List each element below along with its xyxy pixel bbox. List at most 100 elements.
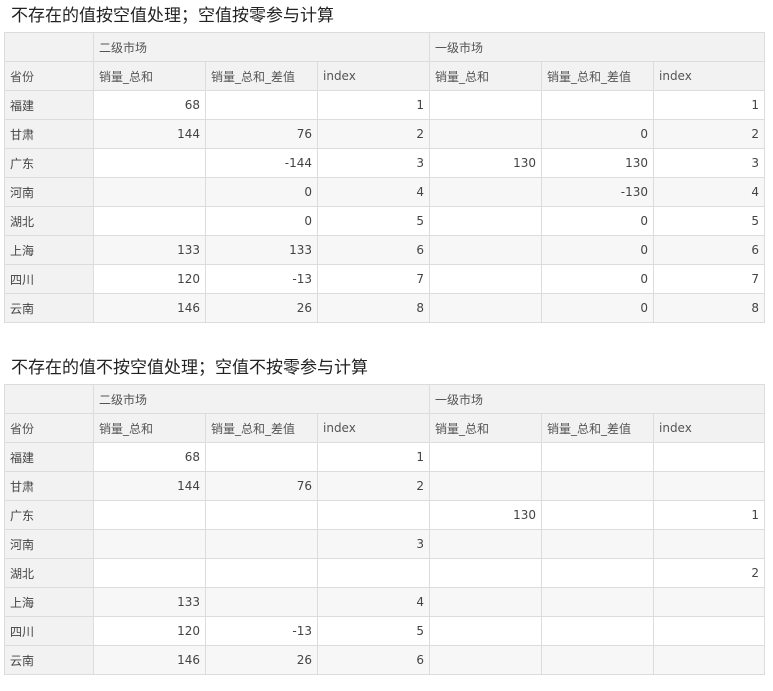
row-label: 广东: [4, 500, 94, 530]
table-cell: [205, 558, 318, 588]
table-row: 湖北 0 5 0 5: [4, 206, 765, 236]
table-cell: 146: [93, 293, 206, 323]
table-row: 湖北 2: [4, 558, 765, 588]
table-cell: 4: [317, 177, 430, 207]
table-cell: [93, 500, 206, 530]
table-cell: [429, 119, 542, 149]
column-header: index: [317, 413, 430, 443]
table-row: 广东 -144 3 130 130 3: [4, 148, 765, 178]
row-label: 福建: [4, 90, 94, 120]
table-cell: 76: [205, 471, 318, 501]
table-cell: 130: [429, 500, 542, 530]
table-cell: [205, 442, 318, 472]
table-row: 广东 130 1: [4, 500, 765, 530]
table-cell: [429, 235, 542, 265]
group-header: 一级市场: [429, 384, 765, 414]
table-cell: [541, 442, 654, 472]
table-cell: [429, 206, 542, 236]
column-header: 销量_总和: [93, 61, 206, 91]
table-cell: 0: [205, 177, 318, 207]
table-cell: 0: [541, 119, 654, 149]
table-cell: 120: [93, 616, 206, 646]
column-header: 销量_总和_差值: [541, 61, 654, 91]
row-label: 云南: [4, 293, 94, 323]
row-label: 湖北: [4, 558, 94, 588]
table-cell: 7: [653, 264, 765, 294]
group-header: 二级市场: [93, 384, 430, 414]
row-label: 上海: [4, 235, 94, 265]
table-cell: [205, 587, 318, 617]
table-cell: -13: [205, 616, 318, 646]
pivot-table: 二级市场 一级市场 省份 销量_总和 销量_总和_差值 index 销量_总和 …: [4, 384, 765, 675]
table-row: 四川 120 -13 5: [4, 616, 765, 646]
corner-cell: [4, 384, 94, 414]
table-cell: [429, 264, 542, 294]
table-cell: 133: [205, 235, 318, 265]
table-cell: 144: [93, 471, 206, 501]
group-header-row: 二级市场 一级市场: [4, 384, 765, 414]
table-row: 四川 120 -13 7 0 7: [4, 264, 765, 294]
corner-cell: [4, 32, 94, 62]
table-cell: 144: [93, 119, 206, 149]
table-cell: 5: [653, 206, 765, 236]
table-cell: 26: [205, 293, 318, 323]
table-cell: [541, 90, 654, 120]
table-cell: [653, 587, 765, 617]
row-label: 甘肃: [4, 471, 94, 501]
row-label: 广东: [4, 148, 94, 178]
table-cell: [541, 558, 654, 588]
table-row: 河南 3: [4, 529, 765, 559]
group-header-row: 二级市场 一级市场: [4, 32, 765, 62]
table-cell: 1: [653, 90, 765, 120]
table-cell: [205, 529, 318, 559]
table-cell: [541, 500, 654, 530]
table-cell: [653, 471, 765, 501]
table-cell: [429, 293, 542, 323]
table-cell: 6: [317, 235, 430, 265]
table-cell: 3: [317, 529, 430, 559]
table-cell: 1: [317, 90, 430, 120]
table-row: 上海 133 4: [4, 587, 765, 617]
table-cell: [205, 500, 318, 530]
table-cell: 76: [205, 119, 318, 149]
table-cell: [429, 442, 542, 472]
table-cell: 2: [317, 119, 430, 149]
table-cell: [429, 529, 542, 559]
pivot-table: 二级市场 一级市场 省份 销量_总和 销量_总和_差值 index 销量_总和 …: [4, 32, 765, 323]
table-cell: [541, 587, 654, 617]
table-cell: 120: [93, 264, 206, 294]
row-label: 上海: [4, 587, 94, 617]
table-cell: [93, 529, 206, 559]
table-cell: [205, 90, 318, 120]
row-label: 福建: [4, 442, 94, 472]
table-cell: -144: [205, 148, 318, 178]
table-cell: 68: [93, 90, 206, 120]
row-label: 湖北: [4, 206, 94, 236]
table-cell: 68: [93, 442, 206, 472]
table-body: 福建 68 1 甘肃 144 76 2 广东 130 1 河南 3 湖北 2 上海 133 4 四川 120 -13 5…: [4, 442, 765, 675]
section-title: 不存在的值按空值处理；空值按零参与计算: [11, 6, 334, 26]
pivot-section-1: 不存在的值按空值处理；空值按零参与计算 二级市场 一级市场 省份 销量_总和 销…: [4, 0, 765, 323]
column-header: index: [317, 61, 430, 91]
table-cell: [541, 471, 654, 501]
column-header: 销量_总和_差值: [541, 413, 654, 443]
table-cell: 3: [653, 148, 765, 178]
table-cell: 0: [541, 293, 654, 323]
table-cell: 8: [653, 293, 765, 323]
table-cell: [653, 616, 765, 646]
table-row: 福建 68 1 1: [4, 90, 765, 120]
column-header-row: 省份 销量_总和 销量_总和_差值 index 销量_总和 销量_总和_差值 i…: [4, 61, 765, 91]
table-cell: 0: [541, 235, 654, 265]
table-row: 云南 146 26 6: [4, 645, 765, 675]
table-cell: -13: [205, 264, 318, 294]
column-header-row: 省份 销量_总和 销量_总和_差值 index 销量_总和 销量_总和_差值 i…: [4, 413, 765, 443]
table-cell: 0: [541, 206, 654, 236]
table-cell: 146: [93, 645, 206, 675]
section-title: 不存在的值不按空值处理；空值不按零参与计算: [11, 358, 368, 378]
table-cell: [93, 558, 206, 588]
column-header: 销量_总和: [93, 413, 206, 443]
table-cell: [429, 616, 542, 646]
table-row: 甘肃 144 76 2 0 2: [4, 119, 765, 149]
table-cell: [93, 177, 206, 207]
table-cell: 26: [205, 645, 318, 675]
